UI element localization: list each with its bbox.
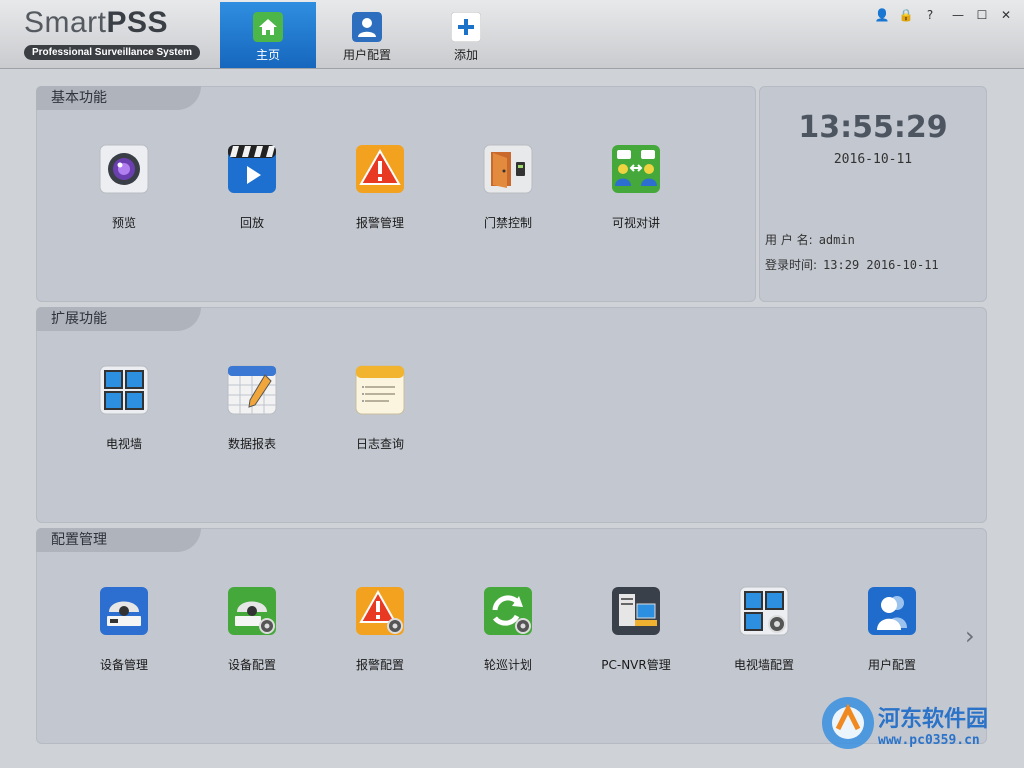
basic-functions-panel: 基本功能 预览 回放 报警管理 门禁控制 可视对讲 (36, 86, 756, 302)
log-query-button[interactable]: 日志查询 (330, 365, 430, 452)
panel-title: 扩展功能 (36, 307, 201, 331)
device-config-icon (228, 587, 276, 635)
access-control-label: 门禁控制 (483, 216, 532, 230)
video-intercom-label: 可视对讲 (611, 216, 660, 230)
user-config-button[interactable]: 用户配置 (842, 586, 942, 673)
watermark-url: www.pc0359.cn (878, 733, 980, 748)
lock-icon: 🔒 (898, 8, 914, 22)
username-row: 用 户 名: admin (765, 231, 855, 248)
playback-button[interactable]: 回放 (202, 144, 302, 231)
current-date: 2016-10-11 (833, 152, 913, 167)
chevron-right-icon: › (965, 622, 975, 650)
alarm-manage-button[interactable]: 报警管理 (330, 144, 430, 231)
tour-plan-button[interactable]: 轮巡计划 (458, 586, 558, 673)
close-icon: ✕ (1000, 8, 1012, 22)
playback-label: 回放 (239, 216, 264, 230)
tab-home[interactable]: 主页 (220, 2, 316, 68)
maximize-button[interactable]: ☐ (972, 8, 992, 22)
watermark-logo-icon (822, 697, 874, 749)
door-access-icon (483, 144, 533, 194)
minimize-button[interactable]: — (948, 8, 968, 22)
username-label: 用 户 名: (765, 233, 813, 247)
help-icon: ? (926, 8, 934, 22)
preview-button[interactable]: 预览 (74, 144, 174, 231)
help-button[interactable]: ? (920, 8, 940, 22)
current-time: 13:55:29 (798, 110, 948, 145)
user-config-icon (868, 587, 916, 635)
video-intercom-button[interactable]: 可视对讲 (586, 144, 686, 231)
watermark: 河东软件园 www.pc0359.cn (820, 695, 988, 755)
log-query-icon (355, 365, 405, 415)
tour-plan-label: 轮巡计划 (483, 658, 532, 672)
tab-user-config-label: 用户配置 (342, 48, 391, 62)
alarm-config-label: 报警配置 (355, 658, 404, 672)
data-report-button[interactable]: 数据报表 (202, 365, 302, 452)
tv-wall-label: 电视墙 (105, 437, 142, 451)
tv-wall-config-button[interactable]: 电视墙配置 (714, 586, 814, 673)
log-query-label: 日志查询 (355, 437, 404, 451)
tab-home-label: 主页 (255, 48, 280, 62)
add-icon (451, 12, 481, 42)
alarm-config-button[interactable]: 报警配置 (330, 586, 430, 673)
account-button[interactable]: 👤 (872, 8, 892, 22)
panel-title: 基本功能 (36, 86, 201, 110)
tab-add-label: 添加 (453, 48, 478, 62)
minimize-icon: — (952, 8, 964, 22)
watermark-title: 河东软件园 (878, 707, 989, 732)
title-bar: SmartPSS Professional Surveillance Syste… (0, 0, 1024, 69)
tour-plan-icon (484, 587, 532, 635)
alarm-config-icon (356, 587, 404, 635)
pc-nvr-icon (612, 587, 660, 635)
next-page-arrow[interactable]: › (965, 622, 975, 650)
maximize-icon: ☐ (976, 8, 988, 22)
logo-text: SmartPSS (24, 6, 169, 39)
smartpss-logo: SmartPSS Professional Surveillance Syste… (24, 6, 201, 60)
tv-wall-button[interactable]: 电视墙 (74, 365, 174, 452)
login-time-row: 登录时间: 13:29 2016-10-11 (765, 256, 939, 273)
user-config-label: 用户配置 (867, 658, 916, 672)
tab-add[interactable]: 添加 (418, 2, 514, 68)
close-button[interactable]: ✕ (996, 8, 1016, 22)
login-time-value: 13:29 2016-10-11 (823, 258, 939, 272)
panel-title: 配置管理 (36, 528, 201, 552)
user-icon: 👤 (874, 8, 890, 22)
video-intercom-icon (612, 145, 660, 193)
access-control-button[interactable]: 门禁控制 (458, 144, 558, 231)
camera-lens-icon (99, 144, 149, 194)
tab-user-config[interactable]: 用户配置 (319, 2, 415, 68)
preview-label: 预览 (111, 216, 136, 230)
alarm-warning-icon (356, 145, 404, 193)
device-manage-label: 设备管理 (99, 658, 148, 672)
device-manage-icon (100, 587, 148, 635)
pc-nvr-manage-button[interactable]: PC-NVR管理 (586, 586, 686, 673)
data-report-icon (227, 365, 277, 415)
playback-clapper-icon (228, 145, 276, 193)
alarm-manage-label: 报警管理 (355, 216, 404, 230)
extended-functions-panel: 扩展功能 电视墙 数据报表 日志查询 (36, 307, 987, 523)
tv-wall-config-icon (739, 586, 789, 636)
logo-subtitle: Professional Surveillance System (24, 45, 201, 60)
status-panel: 13:55:29 2016-10-11 用 户 名: admin 登录时间: 13:… (759, 86, 987, 302)
user-icon (352, 12, 382, 42)
tv-wall-icon (99, 365, 149, 415)
tv-wall-config-label: 电视墙配置 (733, 658, 794, 672)
device-manage-button[interactable]: 设备管理 (74, 586, 174, 673)
device-config-button[interactable]: 设备配置 (202, 586, 302, 673)
username-value: admin (818, 233, 855, 247)
device-config-label: 设备配置 (227, 658, 276, 672)
pc-nvr-manage-label: PC-NVR管理 (601, 658, 671, 672)
login-time-label: 登录时间: (765, 258, 818, 272)
home-icon (253, 12, 283, 42)
lock-button[interactable]: 🔒 (896, 8, 916, 22)
data-report-label: 数据报表 (227, 437, 276, 451)
